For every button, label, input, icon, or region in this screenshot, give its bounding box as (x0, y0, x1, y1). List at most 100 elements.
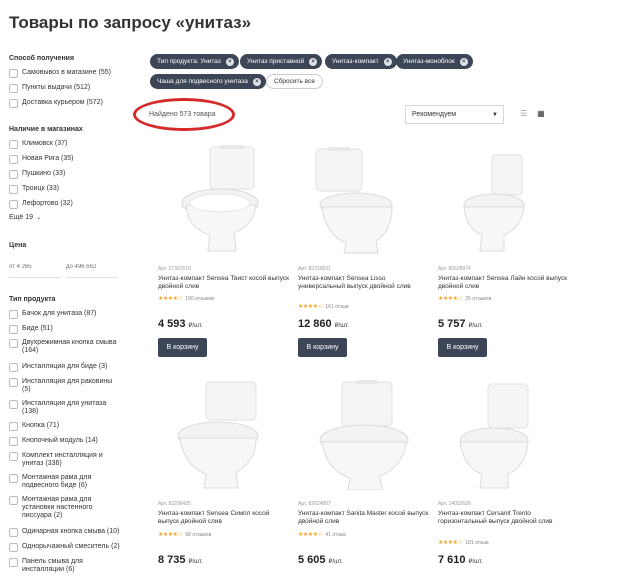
checkbox[interactable] (9, 558, 18, 567)
rating-stars: ★★★★☆ (438, 540, 463, 546)
product-image[interactable] (438, 145, 572, 255)
filter-option[interactable]: Троицк (33) (9, 185, 59, 194)
product-price: 7 610 ₽/шт. (438, 554, 483, 566)
filter-option[interactable]: Одинарная кнопка смыва (10) (9, 528, 121, 537)
product-rating: ★★★★☆ 25 отзывов (438, 295, 492, 303)
view-switcher: ☰ ▦ (520, 110, 555, 118)
checkbox[interactable] (9, 496, 18, 505)
sort-select[interactable]: Рекомендуем ▼ (405, 105, 504, 124)
product-name[interactable]: Унитаз-компакт Sensea Lisso универсальны… (298, 275, 430, 291)
grid-view-icon[interactable]: ▦ (537, 110, 545, 118)
price-to-input[interactable] (66, 256, 118, 278)
close-icon[interactable]: × (383, 57, 392, 66)
filter-option[interactable]: Кнопка (71) (9, 422, 121, 431)
product-sku: Арт. 82628974 (438, 266, 471, 272)
checkbox[interactable] (9, 200, 18, 209)
filter-option[interactable]: Инсталляция для раковины (5) (9, 378, 121, 394)
product-name[interactable]: Унитаз-компакт Sensea Твист косой выпуск… (158, 275, 290, 291)
checkbox[interactable] (9, 528, 18, 537)
filter-option[interactable]: Инсталляция для унитаза (138) (9, 400, 121, 416)
filter-chip[interactable]: Чаша для подвесного унитаза × (150, 74, 266, 89)
checkbox[interactable] (9, 140, 18, 149)
product-sku: Арт. 14032626 (438, 501, 471, 507)
price-from-input[interactable] (9, 256, 61, 278)
checkbox[interactable] (9, 339, 18, 348)
product-image[interactable] (158, 380, 292, 490)
filter-option[interactable]: Лефортово (32) (9, 200, 73, 209)
checkbox[interactable] (9, 325, 18, 334)
filter-option[interactable]: Комплект инсталляция и унитаз (336) (9, 452, 121, 468)
filter-type-title: Тип продукта (9, 296, 56, 303)
filter-option[interactable]: Инсталляция для биде (3) (9, 363, 121, 372)
page-title: Товары по запросу «унитаз» (9, 13, 252, 32)
filter-option[interactable]: Новая Рига (35) (9, 155, 73, 164)
checkbox[interactable] (9, 170, 18, 179)
product-name[interactable]: Унитаз-компакт Cersanit Trento горизонта… (438, 510, 570, 526)
reset-filters-button[interactable]: Сбросить все (266, 74, 323, 89)
filter-option[interactable]: Пушкино (33) (9, 170, 65, 179)
checkbox[interactable] (9, 474, 18, 483)
product-rating: ★★★★☆ 181 отзыв (438, 539, 489, 547)
product-rating: ★★★★☆ 41 отзыв (298, 531, 346, 539)
close-icon[interactable]: × (252, 77, 261, 86)
filter-option[interactable]: Однорычажный смеситель (2) (9, 543, 121, 552)
filter-option[interactable]: Биде (51) (9, 325, 121, 334)
filter-option[interactable]: Двухрежимная кнопка смыва (164) (9, 339, 121, 355)
product-card[interactable]: Арт. 82206425 Унитаз-компакт Sensea Симп… (158, 380, 292, 576)
product-card[interactable]: Арт. 82624807 Унитаз-компакт Sanita Mast… (298, 380, 432, 576)
close-icon[interactable]: × (225, 57, 234, 66)
checkbox[interactable] (9, 363, 18, 372)
add-to-cart-button[interactable]: В корзину (158, 338, 207, 357)
checkbox[interactable] (9, 310, 18, 319)
checkbox[interactable] (9, 543, 18, 552)
checkbox[interactable] (9, 422, 18, 431)
product-card[interactable]: Арт. 14032626 Унитаз-компакт Cersanit Tr… (438, 380, 572, 576)
filter-option[interactable]: Самовывоз в магазине (55) (9, 69, 111, 78)
product-image[interactable] (158, 145, 292, 255)
filter-stores-title: Наличие в магазинах (9, 126, 83, 133)
product-card[interactable]: Арт. 82628974 Унитаз-компакт Sensea Лайн… (438, 145, 572, 360)
checkbox[interactable] (9, 400, 18, 409)
filter-option[interactable]: Доставка курьером (572) (9, 99, 103, 108)
filter-option[interactable]: Бачок для унитаза (87) (9, 310, 121, 319)
rating-stars: ★★★★☆ (438, 296, 463, 302)
product-name[interactable]: Унитаз-компакт Sensea Лайн косой выпуск … (438, 275, 570, 291)
close-icon[interactable]: × (309, 57, 318, 66)
product-image[interactable] (438, 380, 572, 490)
checkbox[interactable] (9, 437, 18, 446)
product-price: 4 593 ₽/шт. (158, 318, 203, 330)
checkbox[interactable] (9, 99, 18, 108)
product-card[interactable]: Арт. 17391519 Унитаз-компакт Sensea Твис… (158, 145, 292, 360)
filter-option[interactable]: Климовск (37) (9, 140, 67, 149)
list-view-icon[interactable]: ☰ (520, 110, 527, 118)
add-to-cart-button[interactable]: В корзину (298, 338, 347, 357)
filter-chip[interactable]: Унитаз-моноблок × (396, 54, 473, 69)
product-sku: Арт. 82624807 (298, 501, 331, 507)
filter-chip[interactable]: Унитаз приставной × (240, 54, 323, 69)
filter-option[interactable]: Монтажная рама для подвесного биде (6) (9, 474, 121, 490)
checkbox[interactable] (9, 185, 18, 194)
filter-chip[interactable]: Тип продукта: Унитаз × (150, 54, 239, 69)
show-more-stores-link[interactable]: Ещё 19 ⌄ (9, 214, 41, 221)
checkbox[interactable] (9, 69, 18, 78)
filter-option[interactable]: Кнопочный модуль (14) (9, 437, 121, 446)
filter-option[interactable]: Монтажная рама для установки настенного … (9, 496, 121, 520)
checkbox[interactable] (9, 155, 18, 164)
chevron-down-icon: ▼ (492, 111, 498, 118)
product-sku: Арт. 82319831 (298, 266, 331, 272)
product-image[interactable] (298, 145, 432, 255)
filter-option[interactable]: Пункты выдачи (512) (9, 84, 90, 93)
rating-stars: ★★★★☆ (298, 532, 323, 538)
checkbox[interactable] (9, 84, 18, 93)
filter-delivery-title: Способ получения (9, 55, 75, 62)
product-image[interactable] (298, 380, 432, 490)
close-icon[interactable]: × (459, 57, 468, 66)
checkbox[interactable] (9, 378, 18, 387)
filter-option[interactable]: Панель смыва для инсталляции (6) (9, 558, 121, 574)
add-to-cart-button[interactable]: В корзину (438, 338, 487, 357)
product-name[interactable]: Унитаз-компакт Sensea Симпл косой выпуск… (158, 510, 290, 526)
filter-chip[interactable]: Унитаз-компакт × (325, 54, 397, 69)
product-card[interactable]: Арт. 82319831 Унитаз-компакт Sensea Liss… (298, 145, 432, 360)
product-name[interactable]: Унитаз-компакт Sanita Master косой выпус… (298, 510, 430, 526)
checkbox[interactable] (9, 452, 18, 461)
